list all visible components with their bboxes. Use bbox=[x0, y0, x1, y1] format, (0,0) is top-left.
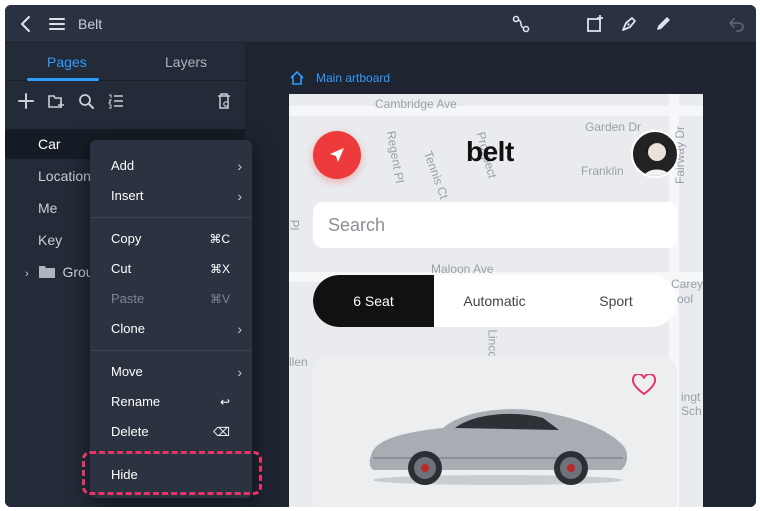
car-card[interactable] bbox=[313, 356, 677, 507]
menu-divider bbox=[90, 350, 252, 351]
top-toolbar: Belt bbox=[5, 5, 756, 43]
chevron-right-icon: › bbox=[237, 188, 242, 204]
menu-item-label: Insert bbox=[111, 188, 144, 203]
menu-item-copy[interactable]: Copy ⌘C bbox=[90, 224, 252, 254]
artboard[interactable]: Cambridge Ave Garden Dr Regent Pl Tennis… bbox=[289, 94, 703, 507]
sort-list-icon[interactable] bbox=[107, 92, 125, 110]
tab-layers[interactable]: Layers bbox=[165, 54, 207, 70]
page-item-label: Car bbox=[38, 136, 61, 152]
pencil-icon[interactable] bbox=[653, 14, 673, 34]
chevron-right-icon[interactable]: › bbox=[25, 268, 29, 280]
menu-item-add[interactable]: Add › bbox=[90, 151, 252, 181]
map-street-label: Tennis Ct bbox=[420, 149, 452, 201]
menu-item-label: Cut bbox=[111, 261, 132, 276]
location-arrow-icon bbox=[330, 148, 344, 162]
map-street-label: ingt bbox=[681, 390, 701, 404]
folder-icon bbox=[38, 258, 55, 288]
page-item-label: Me bbox=[38, 200, 58, 216]
map-street-label: Regent Pl bbox=[383, 129, 407, 185]
map-street-label: Franklin bbox=[581, 164, 624, 178]
navigation-button[interactable] bbox=[313, 131, 361, 179]
shortcut-label: ⌘X bbox=[209, 262, 230, 276]
menu-item-paste[interactable]: Paste ⌘V bbox=[90, 284, 252, 314]
menu-item-delete[interactable]: Delete ⌫ bbox=[90, 417, 252, 447]
map-street-label: llen bbox=[289, 355, 308, 369]
artboard-label[interactable]: Main artboard bbox=[290, 71, 390, 85]
hide-highlight-callout bbox=[82, 451, 262, 495]
menu-item-label: Delete bbox=[111, 424, 149, 439]
map-street-label: Sch bbox=[681, 404, 702, 418]
menu-icon[interactable] bbox=[47, 14, 67, 34]
menu-item-move[interactable]: Move › bbox=[90, 357, 252, 387]
menu-item-label: Add bbox=[111, 158, 135, 173]
car-image bbox=[369, 409, 628, 485]
search-icon[interactable] bbox=[77, 92, 95, 110]
add-page-icon[interactable] bbox=[17, 92, 35, 110]
undo-icon[interactable] bbox=[727, 14, 747, 34]
shortcut-label: ⌘V bbox=[209, 292, 230, 306]
menu-item-clone[interactable]: Clone › bbox=[90, 314, 252, 344]
menu-item-cut[interactable]: Cut ⌘X bbox=[90, 254, 252, 284]
menu-item-label: Clone bbox=[111, 321, 145, 336]
canvas: Main artboard Cambridge Ave Garden Dr Re… bbox=[245, 43, 756, 507]
page-item-label: Location bbox=[38, 168, 91, 184]
map-street-label: Maloon Ave bbox=[431, 262, 494, 276]
pen-tool-icon[interactable] bbox=[619, 14, 639, 34]
context-menu: Add › Insert › Copy ⌘C Cut ⌘X Paste ⌘V C… bbox=[90, 140, 252, 498]
sidebar-tabs: Pages Layers bbox=[5, 43, 245, 81]
menu-item-label: Paste bbox=[111, 291, 145, 306]
search-field[interactable] bbox=[313, 202, 677, 248]
page-item-label: Key bbox=[38, 232, 63, 248]
connect-icon[interactable] bbox=[511, 14, 531, 34]
add-artboard-icon[interactable] bbox=[585, 14, 605, 34]
app-logo: belt bbox=[466, 136, 514, 167]
map-street-label: Garden Dr bbox=[585, 120, 642, 134]
artboard-name: Main artboard bbox=[316, 71, 391, 85]
back-icon[interactable] bbox=[16, 14, 36, 34]
map-street-label: Cambridge Ave bbox=[375, 97, 457, 111]
home-icon bbox=[290, 71, 304, 85]
menu-item-label: Copy bbox=[111, 231, 142, 246]
add-folder-icon[interactable] bbox=[47, 92, 65, 110]
chevron-right-icon: › bbox=[237, 158, 242, 174]
segment-6-seat[interactable]: 6 Seat bbox=[313, 275, 434, 327]
chevron-right-icon: › bbox=[237, 364, 242, 380]
app-window: Belt Pages Layers Car Location Me Key › … bbox=[5, 5, 756, 507]
menu-item-insert[interactable]: Insert › bbox=[90, 181, 252, 211]
trash-icon[interactable] bbox=[215, 92, 233, 110]
return-key-icon: ↩ bbox=[219, 395, 230, 409]
menu-item-label: Rename bbox=[111, 394, 161, 409]
tab-pages[interactable]: Pages bbox=[47, 54, 87, 70]
pages-toolbar bbox=[5, 82, 245, 122]
backspace-key-icon: ⌫ bbox=[213, 425, 230, 439]
segment-sport[interactable]: Sport bbox=[555, 275, 677, 327]
search-input[interactable] bbox=[313, 202, 677, 248]
document-title: Belt bbox=[78, 16, 103, 32]
menu-item-label: Move bbox=[111, 364, 143, 379]
avatar[interactable] bbox=[631, 130, 679, 178]
menu-divider bbox=[90, 217, 252, 218]
map-road bbox=[289, 106, 703, 116]
chevron-right-icon: › bbox=[237, 321, 242, 337]
menu-item-rename[interactable]: Rename ↩ bbox=[90, 387, 252, 417]
seat-type-selector: 6 Seat Automatic Sport bbox=[313, 275, 677, 327]
map-street-label: Pl bbox=[289, 219, 302, 231]
map-street-label: ool bbox=[677, 292, 694, 306]
heart-icon[interactable] bbox=[631, 372, 657, 401]
shortcut-label: ⌘C bbox=[209, 232, 230, 246]
active-tab-indicator bbox=[27, 78, 99, 81]
segment-automatic[interactable]: Automatic bbox=[434, 275, 555, 327]
